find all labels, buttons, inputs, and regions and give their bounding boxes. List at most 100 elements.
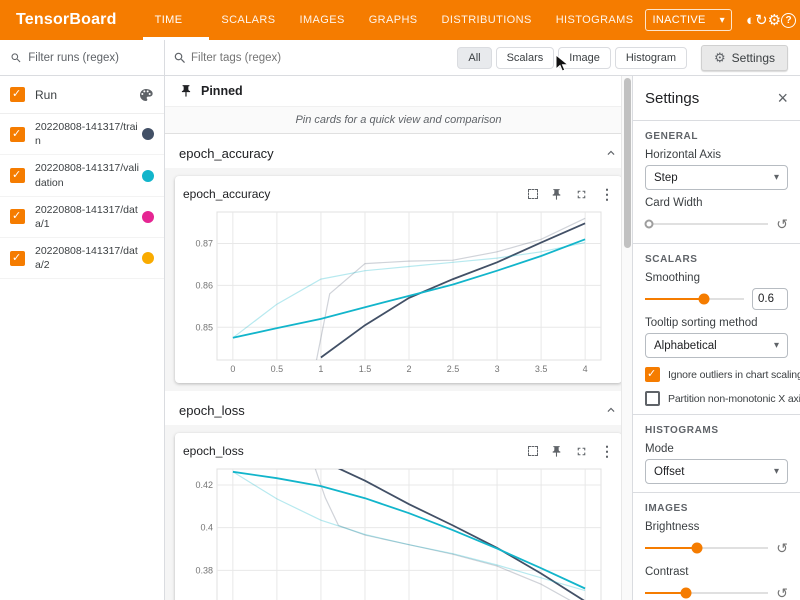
card-zone: epoch_loss ⋮ 0.360.380.40.42 bbox=[165, 425, 632, 600]
brightness-slider[interactable] bbox=[645, 547, 768, 549]
epoch-loss-chart[interactable]: 0.360.380.40.42 bbox=[183, 463, 611, 600]
pinned-hint: Pin cards for a quick view and compariso… bbox=[165, 106, 632, 134]
horizontal-axis-select[interactable]: Step ▾ bbox=[645, 165, 788, 190]
run-row-validation[interactable]: 20220808-141317/validation bbox=[0, 155, 164, 196]
run-row-train[interactable]: 20220808-141317/train bbox=[0, 114, 164, 155]
run-checkbox[interactable] bbox=[10, 251, 25, 266]
section-title: epoch_loss bbox=[179, 403, 245, 418]
svg-text:0: 0 bbox=[230, 364, 235, 374]
run-checkbox[interactable] bbox=[10, 209, 25, 224]
settings-title: Settings bbox=[645, 90, 699, 107]
pinned-title: Pinned bbox=[201, 84, 243, 98]
horizontal-axis-label: Horizontal Axis bbox=[645, 149, 788, 161]
filter-runs-input[interactable] bbox=[28, 52, 154, 64]
contrast-label: Contrast bbox=[645, 566, 788, 578]
select-all-runs-checkbox[interactable] bbox=[10, 87, 25, 102]
partition-x-axis-checkbox[interactable] bbox=[645, 391, 660, 406]
chevron-down-icon: ▾ bbox=[720, 15, 725, 26]
run-checkbox[interactable] bbox=[10, 127, 25, 142]
smoothing-value-input[interactable] bbox=[752, 288, 788, 310]
chip-histogram[interactable]: Histogram bbox=[615, 47, 687, 69]
run-color-dot bbox=[142, 128, 154, 140]
fullscreen-icon[interactable] bbox=[575, 445, 588, 458]
tooltip-sorting-select[interactable]: Alphabetical ▾ bbox=[645, 333, 788, 358]
app-logo: TensorBoard bbox=[16, 11, 117, 29]
chip-all[interactable]: All bbox=[457, 47, 491, 69]
pin-card-icon[interactable] bbox=[550, 445, 563, 458]
run-color-dot bbox=[142, 211, 154, 223]
help-icon[interactable]: ? bbox=[781, 13, 796, 28]
reload-status-value: INACTIVE bbox=[652, 14, 705, 26]
slider-thumb[interactable] bbox=[644, 220, 653, 229]
svg-text:0.38: 0.38 bbox=[195, 565, 213, 575]
run-row-data-2[interactable]: 20220808-141317/data/2 bbox=[0, 238, 164, 279]
svg-text:2: 2 bbox=[406, 364, 411, 374]
histogram-mode-select[interactable]: Offset ▾ bbox=[645, 459, 788, 484]
run-name: 20220808-141317/data/2 bbox=[35, 244, 142, 272]
svg-text:0.5: 0.5 bbox=[271, 364, 284, 374]
reset-icon[interactable]: ↺ bbox=[776, 540, 788, 557]
pin-card-icon[interactable] bbox=[550, 188, 563, 201]
reset-icon[interactable]: ↺ bbox=[776, 585, 788, 600]
svg-text:0.42: 0.42 bbox=[195, 480, 213, 490]
card-title: epoch_accuracy bbox=[183, 187, 516, 201]
main-scrollbar bbox=[621, 76, 632, 600]
tab-time-series[interactable]: TIME SERIES bbox=[143, 0, 210, 40]
histograms-heading: HISTOGRAMS bbox=[645, 425, 788, 436]
svg-text:0.4: 0.4 bbox=[200, 523, 213, 533]
fullscreen-icon[interactable] bbox=[575, 188, 588, 201]
chevron-up-icon[interactable] bbox=[604, 146, 618, 160]
section-title: epoch_accuracy bbox=[179, 146, 274, 161]
settings-button[interactable]: ⚙ Settings bbox=[701, 45, 788, 71]
epoch-accuracy-chart[interactable]: 00.511.522.533.540.850.860.87 bbox=[183, 206, 611, 376]
contrast-slider[interactable] bbox=[645, 592, 768, 594]
filter-runs-box bbox=[0, 40, 164, 76]
scalar-card-epoch-loss: epoch_loss ⋮ 0.360.380.40.42 bbox=[175, 433, 622, 600]
theme-toggle-icon[interactable]: ◐ bbox=[746, 12, 755, 29]
chevron-down-icon: ▾ bbox=[774, 466, 779, 477]
tab-images[interactable]: IMAGES bbox=[288, 0, 357, 40]
main-nav: TIME SERIES SCALARS IMAGES GRAPHS DISTRI… bbox=[143, 0, 646, 40]
chevron-up-icon[interactable] bbox=[604, 403, 618, 417]
slider-thumb[interactable] bbox=[691, 543, 702, 554]
svg-text:0.85: 0.85 bbox=[195, 322, 213, 332]
run-name: 20220808-141317/data/1 bbox=[35, 203, 142, 231]
tab-distributions[interactable]: DISTRIBUTIONS bbox=[430, 0, 544, 40]
mode-label: Mode bbox=[645, 443, 788, 455]
gear-icon[interactable]: ⚙ bbox=[768, 11, 781, 29]
svg-text:1.5: 1.5 bbox=[359, 364, 372, 374]
card-width-slider[interactable] bbox=[645, 223, 768, 225]
ignore-outliers-checkbox[interactable] bbox=[645, 367, 660, 382]
scrollbar-thumb[interactable] bbox=[624, 78, 631, 248]
slider-thumb[interactable] bbox=[680, 588, 691, 599]
tag-toolbar: All Scalars Image Histogram ⚙ Settings bbox=[165, 40, 800, 76]
general-heading: GENERAL bbox=[645, 131, 788, 142]
tab-histograms[interactable]: HISTOGRAMS bbox=[544, 0, 646, 40]
more-options-icon[interactable]: ⋮ bbox=[600, 443, 614, 460]
reset-icon[interactable]: ↺ bbox=[776, 216, 788, 233]
more-options-icon[interactable]: ⋮ bbox=[600, 186, 614, 203]
tab-scalars[interactable]: SCALARS bbox=[209, 0, 287, 40]
fit-to-domain-icon[interactable] bbox=[528, 446, 538, 456]
tab-graphs[interactable]: GRAPHS bbox=[357, 0, 430, 40]
run-checkbox[interactable] bbox=[10, 168, 25, 183]
fit-to-domain-icon[interactable] bbox=[528, 189, 538, 199]
svg-text:4: 4 bbox=[583, 364, 588, 374]
reload-status-select[interactable]: INACTIVE ▾ bbox=[645, 9, 731, 31]
run-row-data-1[interactable]: 20220808-141317/data/1 bbox=[0, 197, 164, 238]
section-epoch-loss[interactable]: epoch_loss bbox=[165, 395, 632, 425]
ignore-outliers-row[interactable]: Ignore outliers in chart scaling bbox=[645, 367, 788, 382]
section-epoch-accuracy[interactable]: epoch_accuracy bbox=[165, 138, 632, 168]
palette-icon bbox=[138, 87, 154, 103]
close-icon[interactable]: × bbox=[777, 89, 788, 107]
refresh-icon[interactable]: ↻ bbox=[755, 11, 768, 29]
slider-thumb[interactable] bbox=[699, 294, 710, 305]
chip-image[interactable]: Image bbox=[558, 47, 611, 69]
smoothing-slider[interactable] bbox=[645, 298, 744, 300]
pinned-section-header: Pinned bbox=[165, 76, 632, 106]
filter-tags-input[interactable] bbox=[191, 52, 453, 64]
partition-x-axis-row[interactable]: Partition non-monotonic X axis i bbox=[645, 391, 788, 406]
run-color-dot bbox=[142, 252, 154, 264]
chip-scalars[interactable]: Scalars bbox=[496, 47, 555, 69]
scalars-heading: SCALARS bbox=[645, 254, 788, 265]
